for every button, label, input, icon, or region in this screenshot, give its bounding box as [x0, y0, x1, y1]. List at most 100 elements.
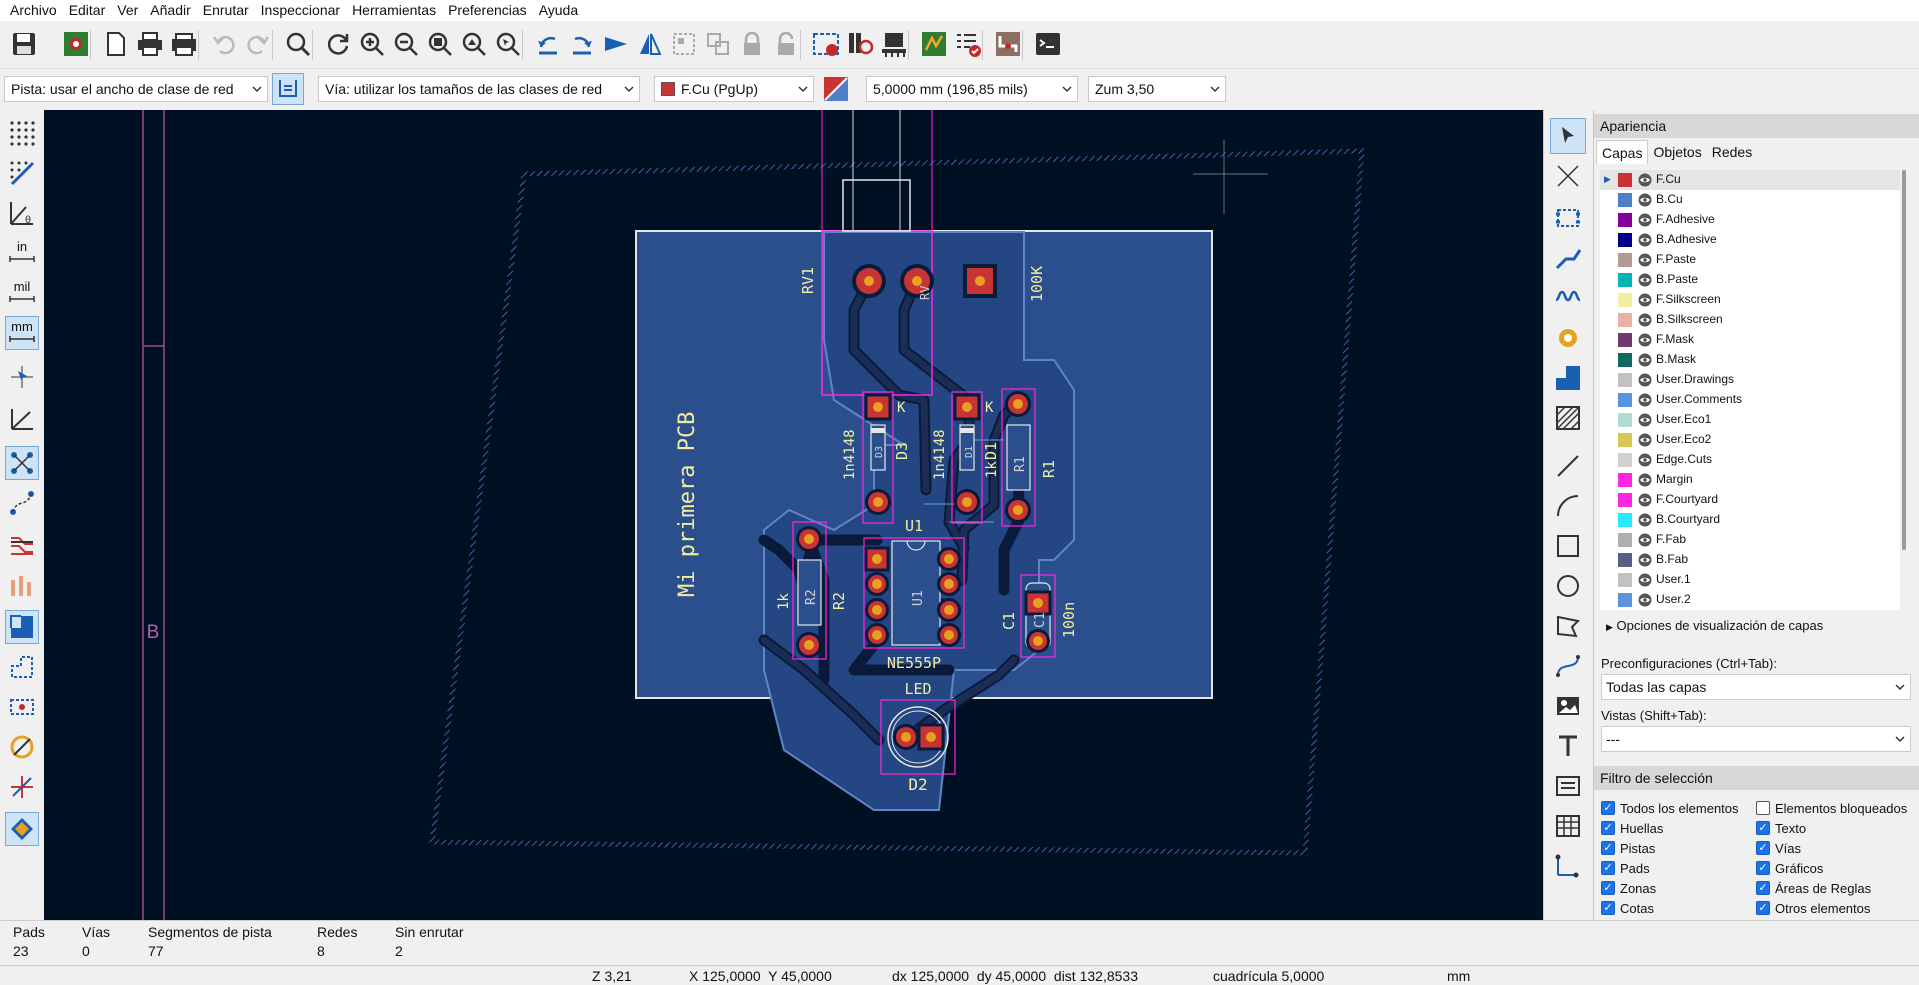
add-keepout-icon[interactable]	[1550, 400, 1586, 436]
layer-color-swatch[interactable]	[1618, 233, 1632, 247]
redo-icon[interactable]	[242, 28, 274, 60]
filter-checkbox[interactable]: ✓ Todos los elementos	[1601, 799, 1739, 817]
layer-row[interactable]: F.Mask	[1600, 330, 1900, 350]
netlist-icon[interactable]	[810, 28, 842, 60]
layer-row[interactable]: User.2	[1600, 590, 1900, 610]
zoom-out-icon[interactable]	[390, 28, 422, 60]
menu-inspeccionar[interactable]: Inspeccionar	[255, 0, 346, 21]
layer-row[interactable]: ▶ F.Cu	[1600, 170, 1900, 190]
checkbox-icon[interactable]: ✓	[1756, 821, 1770, 835]
layer-row[interactable]: F.Adhesive	[1600, 210, 1900, 230]
layer-row[interactable]: F.Courtyard	[1600, 490, 1900, 510]
checkbox-icon[interactable]: ✓	[1756, 861, 1770, 875]
rotate-cw-icon[interactable]	[566, 28, 598, 60]
grid-overrides-icon[interactable]	[5, 156, 39, 190]
curved-ratsnest-icon[interactable]	[5, 486, 39, 520]
checkbox-icon[interactable]: ✓	[1601, 841, 1615, 855]
presets-select[interactable]: Todas las capas	[1601, 674, 1911, 700]
menu-ver[interactable]: Ver	[111, 0, 144, 21]
new-page-icon[interactable]	[100, 28, 132, 60]
zoom-selection-icon[interactable]	[492, 28, 524, 60]
draw-curve-icon[interactable]	[1550, 648, 1586, 684]
ratsnest-icon[interactable]	[5, 446, 39, 480]
draw-arc-icon[interactable]	[1550, 488, 1586, 524]
schematic-icon[interactable]	[918, 28, 950, 60]
layer-color-swatch[interactable]	[1618, 353, 1632, 367]
layer-color-swatch[interactable]	[1618, 553, 1632, 567]
zoom-in-icon[interactable]	[356, 28, 388, 60]
eye-icon[interactable]	[1638, 273, 1652, 287]
eye-icon[interactable]	[1638, 593, 1652, 607]
layer-color-swatch[interactable]	[1618, 253, 1632, 267]
layer-color-swatch[interactable]	[1618, 413, 1632, 427]
layer-pair-icon[interactable]	[820, 73, 852, 105]
auto-track-width-button[interactable]	[272, 73, 304, 105]
filter-checkbox[interactable]: ✓ Texto	[1756, 819, 1806, 837]
undo-icon[interactable]	[208, 28, 240, 60]
add-via-icon[interactable]	[1550, 320, 1586, 356]
checkbox-icon[interactable]: ✓	[1601, 861, 1615, 875]
refresh-icon[interactable]	[322, 28, 354, 60]
zone-fill-icon[interactable]	[5, 610, 39, 644]
pad-outline-icon[interactable]	[5, 690, 39, 724]
checkbox-icon[interactable]: ✓	[1601, 801, 1615, 815]
draw-circle-icon[interactable]	[1550, 568, 1586, 604]
units-mm-button[interactable]: mm	[5, 316, 39, 350]
eye-icon[interactable]	[1638, 413, 1652, 427]
checkbox-icon[interactable]: ✓	[1601, 881, 1615, 895]
save-icon[interactable]	[8, 28, 40, 60]
menu-archivo[interactable]: Archivo	[4, 0, 63, 21]
layer-color-swatch[interactable]	[1618, 193, 1632, 207]
views-select[interactable]: ---	[1601, 726, 1911, 752]
layer-color-swatch[interactable]	[1618, 333, 1632, 347]
layer-list-scrollbar[interactable]	[1900, 170, 1908, 610]
eye-icon[interactable]	[1638, 453, 1652, 467]
tune-length-icon[interactable]	[1550, 280, 1586, 316]
eye-icon[interactable]	[1638, 253, 1652, 267]
eye-icon[interactable]	[1638, 433, 1652, 447]
zoom-select[interactable]: Zum 3,50	[1088, 76, 1226, 102]
menu-editar[interactable]: Editar	[63, 0, 112, 21]
layer-color-swatch[interactable]	[1618, 213, 1632, 227]
filter-checkbox[interactable]: ✓ Áreas de Reglas	[1756, 879, 1871, 897]
layer-row[interactable]: Margin	[1600, 470, 1900, 490]
add-zone-icon[interactable]	[1550, 360, 1586, 396]
eye-icon[interactable]	[1638, 473, 1652, 487]
layer-row[interactable]: B.Cu	[1600, 190, 1900, 210]
checkbox-icon[interactable]: ✓	[1601, 821, 1615, 835]
eye-icon[interactable]	[1638, 393, 1652, 407]
tab-redes[interactable]: Redes	[1707, 140, 1757, 164]
layer-color-swatch[interactable]	[1618, 593, 1632, 607]
mirror-h-icon[interactable]	[600, 28, 632, 60]
eye-icon[interactable]	[1638, 333, 1652, 347]
eye-icon[interactable]	[1638, 513, 1652, 527]
footprint-editor-icon[interactable]	[878, 28, 910, 60]
add-text-icon[interactable]	[1550, 728, 1586, 764]
menu-ayuda[interactable]: Ayuda	[533, 0, 584, 21]
layer-row[interactable]: B.Courtyard	[1600, 510, 1900, 530]
route-icon[interactable]	[992, 28, 1024, 60]
ungroup-icon[interactable]	[702, 28, 734, 60]
track-width-select[interactable]: Pista: usar el ancho de clase de red	[4, 76, 268, 102]
track-layers-icon[interactable]	[5, 770, 39, 804]
add-textbox-icon[interactable]	[1550, 768, 1586, 804]
layer-color-swatch[interactable]	[1618, 393, 1632, 407]
filter-checkbox[interactable]: ✓ Cotas	[1601, 899, 1654, 917]
track-outline-icon[interactable]	[5, 568, 39, 602]
layer-select[interactable]: F.Cu (PgUp)	[654, 76, 814, 102]
grid-select[interactable]: 5,0000 mm (196,85 mils)	[866, 76, 1078, 102]
layer-row[interactable]: B.Silkscreen	[1600, 310, 1900, 330]
layer-row[interactable]: User.Drawings	[1600, 370, 1900, 390]
zoom-objects-icon[interactable]	[458, 28, 490, 60]
layer-color-swatch[interactable]	[1618, 313, 1632, 327]
layer-row[interactable]: F.Paste	[1600, 250, 1900, 270]
units-mil-button[interactable]: mil	[5, 276, 39, 310]
eye-icon[interactable]	[1638, 573, 1652, 587]
angle-constraint-icon[interactable]	[5, 402, 39, 436]
layer-color-swatch[interactable]	[1618, 373, 1632, 387]
layers-manager-icon[interactable]	[5, 812, 39, 846]
layer-options-toggle[interactable]: ▶ Opciones de visualización de capas	[1606, 618, 1823, 633]
eye-icon[interactable]	[1638, 553, 1652, 567]
checkbox-icon[interactable]: ✓	[1601, 901, 1615, 915]
eye-icon[interactable]	[1638, 493, 1652, 507]
